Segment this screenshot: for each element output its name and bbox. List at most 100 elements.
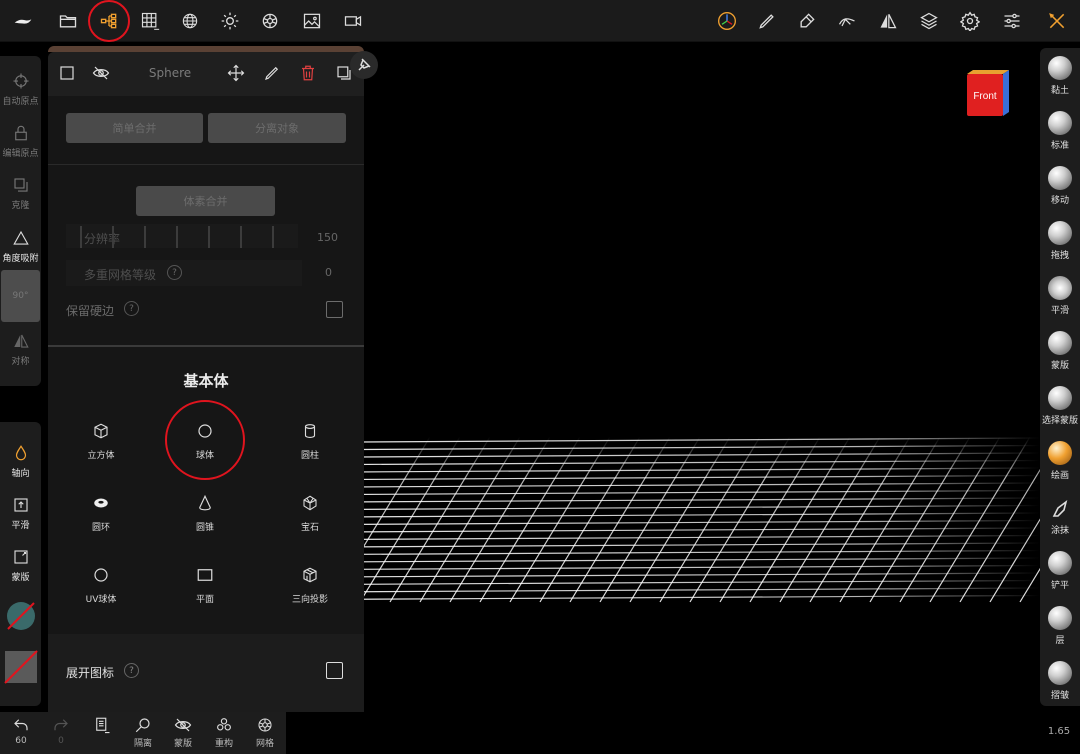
- grid-line: [333, 534, 1040, 541]
- app-logo-icon[interactable]: [6, 4, 40, 38]
- slider-tick: [240, 226, 242, 248]
- brush-mask[interactable]: 蒙版: [1040, 331, 1080, 371]
- grid-line: [569, 437, 671, 603]
- grid-line: [355, 452, 1040, 458]
- clone-tool[interactable]: 克隆: [0, 176, 41, 211]
- panel-header: Sphere: [48, 52, 364, 96]
- stroke-settings-icon[interactable]: [830, 4, 864, 38]
- voxel-merge-button[interactable]: 体素合并: [136, 186, 275, 216]
- redo-icon: [54, 719, 68, 731]
- simple-merge-button[interactable]: 简单合并: [66, 113, 203, 143]
- auto-origin-tool[interactable]: 自动原点: [0, 72, 41, 107]
- primitive-torus[interactable]: 圆环: [51, 494, 151, 554]
- brush-standard[interactable]: 标准: [1040, 111, 1080, 151]
- brush-label: 移动: [1050, 196, 1069, 206]
- hide-eye-icon[interactable]: [92, 64, 112, 84]
- brush-layer[interactable]: 层: [1040, 606, 1080, 646]
- resolution-value[interactable]: 150: [298, 231, 338, 244]
- hide-mask-button[interactable]: 蒙版: [163, 716, 203, 749]
- remesh-button[interactable]: 重构: [204, 716, 244, 749]
- brush-move[interactable]: 移动: [1040, 166, 1080, 206]
- image-icon[interactable]: [295, 4, 329, 38]
- zoom-readout: 1.65: [1047, 726, 1071, 737]
- wireframe-button[interactable]: 网格: [245, 716, 285, 749]
- primitive-plane[interactable]: 平面: [155, 566, 255, 626]
- brush-drag[interactable]: 拖拽: [1040, 221, 1080, 261]
- brush-drag-icon: [1048, 221, 1072, 245]
- keep-sharp-checkbox[interactable]: [326, 301, 343, 318]
- isolate-button[interactable]: 隔离: [123, 716, 163, 749]
- smooth-icon: [13, 498, 28, 512]
- isolate-label: 隔离: [133, 739, 152, 749]
- angle-snap-tool[interactable]: 角度吸附: [0, 229, 41, 264]
- scene-list-button[interactable]: [82, 716, 122, 734]
- grid-line: [929, 437, 1031, 603]
- primitive-cone[interactable]: 圆锥: [155, 494, 255, 554]
- delete-trash-icon[interactable]: [299, 64, 319, 84]
- pen-icon[interactable]: [750, 4, 784, 38]
- smooth-tool[interactable]: 平滑: [0, 496, 41, 531]
- brush-label: 选择蒙版: [1041, 416, 1078, 426]
- rename-pencil-icon[interactable]: [263, 64, 283, 84]
- topology-grid-icon[interactable]: [133, 4, 167, 38]
- redo-button[interactable]: 0: [41, 716, 81, 746]
- tools-cross-icon[interactable]: [1040, 4, 1074, 38]
- brush-smooth[interactable]: 平滑: [1040, 276, 1080, 316]
- gizmo-axis-icon[interactable]: [710, 4, 744, 38]
- primitive-uv-sphere[interactable]: UV球体: [51, 566, 151, 626]
- sliders-icon[interactable]: [995, 4, 1029, 38]
- brush-label: 蒙版: [1050, 361, 1069, 371]
- angle-value-box[interactable]: 90°: [1, 270, 40, 322]
- edit-origin-tool[interactable]: 编辑原点: [0, 124, 41, 159]
- pin-icon[interactable]: [349, 50, 379, 80]
- brush-select-mask[interactable]: 选择蒙版: [1040, 386, 1080, 426]
- brush-smudge-icon: [1048, 496, 1072, 520]
- bottom-toolbar: 60 0 隔离 蒙版 重构 网格: [0, 712, 286, 754]
- split-object-button[interactable]: 分离对象: [208, 113, 346, 143]
- expand-icons-checkbox[interactable]: [326, 662, 343, 679]
- grid-line: [599, 437, 701, 603]
- sphere-grid-icon[interactable]: [173, 4, 207, 38]
- brush-crease[interactable]: 摺皱: [1040, 661, 1080, 701]
- keep-sharp-help-icon[interactable]: ?: [124, 301, 139, 316]
- material-swatch-icon[interactable]: [4, 650, 38, 684]
- grid-line: [959, 468, 1040, 603]
- primitive-cylinder[interactable]: 圆柱: [260, 422, 360, 482]
- grid-line: [479, 437, 581, 603]
- brush-layer-icon: [1048, 606, 1072, 630]
- material-icon[interactable]: [253, 4, 287, 38]
- mask-tool[interactable]: 蒙版: [0, 548, 41, 583]
- gear-icon[interactable]: [953, 4, 987, 38]
- symmetry-top-icon[interactable]: [871, 4, 905, 38]
- symmetry-tool[interactable]: 对称: [0, 332, 41, 367]
- folder-icon[interactable]: [51, 4, 85, 38]
- view-cube[interactable]: Front: [963, 68, 1011, 116]
- expand-icons-label: 展开图标: [66, 666, 115, 680]
- slider-tick: [176, 226, 178, 248]
- undo-button[interactable]: 60: [1, 716, 41, 746]
- multires-value[interactable]: 0: [298, 266, 332, 279]
- primitive-gem[interactable]: 宝石: [260, 494, 360, 554]
- brush-crease-icon: [1048, 661, 1072, 685]
- brush-clay[interactable]: 黏土: [1040, 56, 1080, 96]
- brush-smudge[interactable]: 涂抹: [1040, 496, 1080, 536]
- layers-icon[interactable]: [912, 4, 946, 38]
- primitive-triplanar[interactable]: 三向投影: [260, 566, 360, 626]
- expand-help-icon[interactable]: ?: [124, 663, 139, 678]
- brush-flatten[interactable]: 铲平: [1040, 551, 1080, 591]
- light-sun-icon[interactable]: [213, 4, 247, 38]
- grid-line: [1019, 567, 1040, 603]
- color-swatch-icon[interactable]: [5, 600, 37, 632]
- move-arrows-icon[interactable]: [227, 64, 247, 84]
- brush-paint[interactable]: 绘画: [1040, 441, 1080, 481]
- redo-count: 0: [58, 736, 64, 746]
- grid-line: [347, 482, 1040, 488]
- multires-help-icon[interactable]: ?: [167, 265, 182, 280]
- axis-tool[interactable]: 轴向: [0, 444, 41, 479]
- brush-stroke-icon[interactable]: [790, 4, 824, 38]
- primitive-cube[interactable]: 立方体: [51, 422, 151, 482]
- video-camera-icon[interactable]: [336, 4, 370, 38]
- brush-label: 拖拽: [1050, 251, 1069, 261]
- select-all-checkbox-icon[interactable]: [58, 64, 78, 84]
- primitive-label: 圆环: [91, 523, 110, 533]
